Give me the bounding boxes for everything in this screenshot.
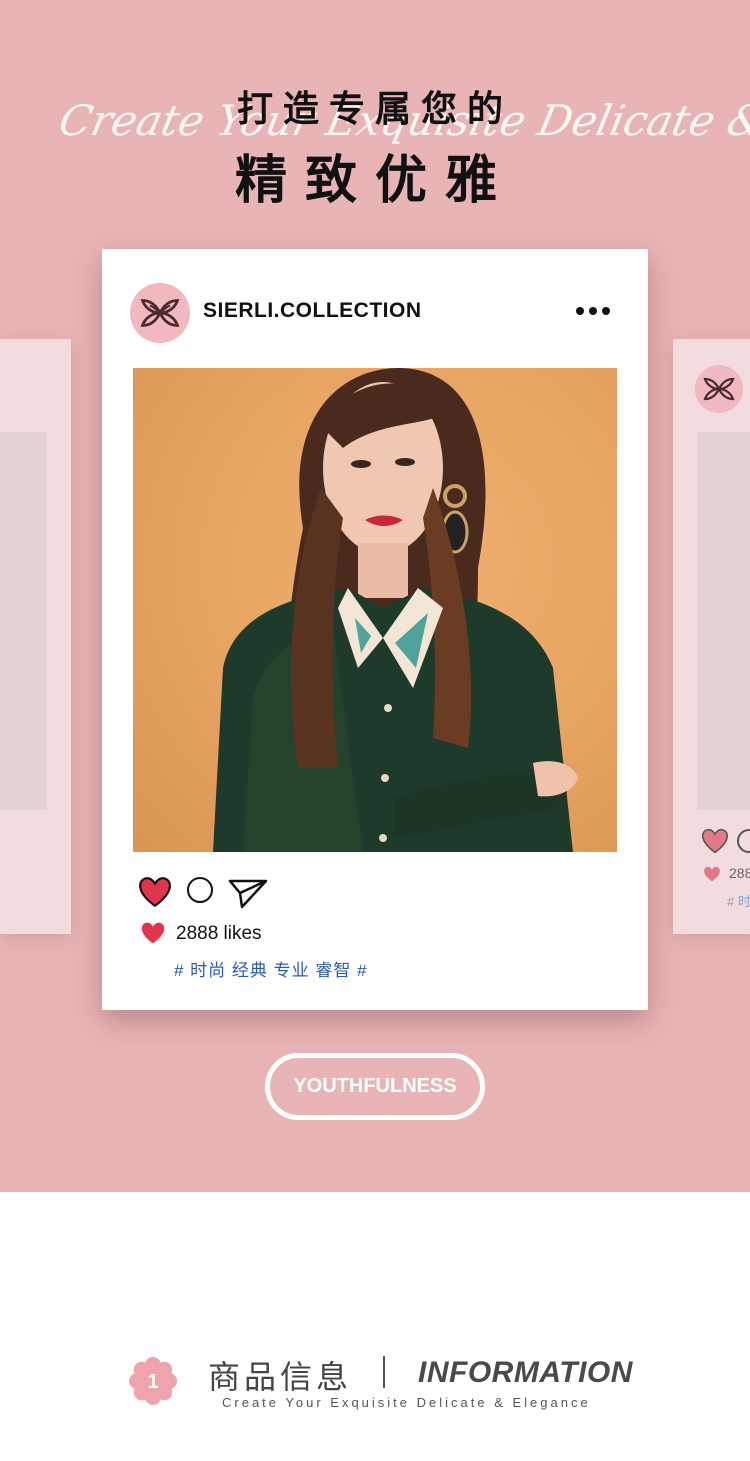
info-subtitle: Create Your Exquisite Delicate & Eleganc… bbox=[222, 1395, 591, 1410]
flower-number-icon: 1 bbox=[129, 1357, 177, 1405]
logo-icon[interactable] bbox=[130, 283, 190, 343]
side-card-left bbox=[0, 339, 71, 934]
heart-icon bbox=[701, 828, 729, 854]
logo-icon bbox=[695, 365, 743, 413]
heart-icon bbox=[704, 866, 720, 882]
post-card: SIERLI.COLLECTION 2888 likes # 时尚 经典 专业 … bbox=[102, 249, 648, 1010]
title-line-1: 打造专属您的 bbox=[236, 89, 513, 130]
info-title-en: INFORMATION bbox=[418, 1356, 633, 1389]
account-name[interactable]: SIERLI.COLLECTION bbox=[203, 299, 422, 323]
heart-icon[interactable] bbox=[138, 876, 172, 908]
side-card-likes: 288 bbox=[729, 865, 750, 881]
side-card-image-placeholder bbox=[697, 432, 750, 810]
title-line-2: 精致优雅 bbox=[234, 151, 515, 211]
comment-icon bbox=[737, 829, 750, 853]
hashtags[interactable]: # 时尚 经典 专业 睿智 # bbox=[174, 956, 368, 981]
divider bbox=[383, 1356, 385, 1388]
comment-icon[interactable] bbox=[187, 877, 213, 903]
side-card-right: 288 # 时 bbox=[673, 339, 750, 934]
more-icon[interactable] bbox=[576, 307, 616, 317]
youthfulness-badge[interactable]: YOUTHFULNESS bbox=[265, 1053, 485, 1120]
heart-icon bbox=[141, 922, 165, 944]
section-number: 1 bbox=[147, 1371, 158, 1393]
side-card-image-placeholder bbox=[0, 432, 47, 810]
send-icon[interactable] bbox=[228, 877, 268, 909]
banner: Create Your Exquisite Delicate & Eleganc… bbox=[0, 0, 750, 1192]
info-title-cn: 商品信息 bbox=[208, 1358, 353, 1396]
post-photo bbox=[133, 368, 617, 852]
likes-count: 2888 likes bbox=[176, 923, 262, 944]
side-card-tags: # 时 bbox=[727, 894, 750, 909]
